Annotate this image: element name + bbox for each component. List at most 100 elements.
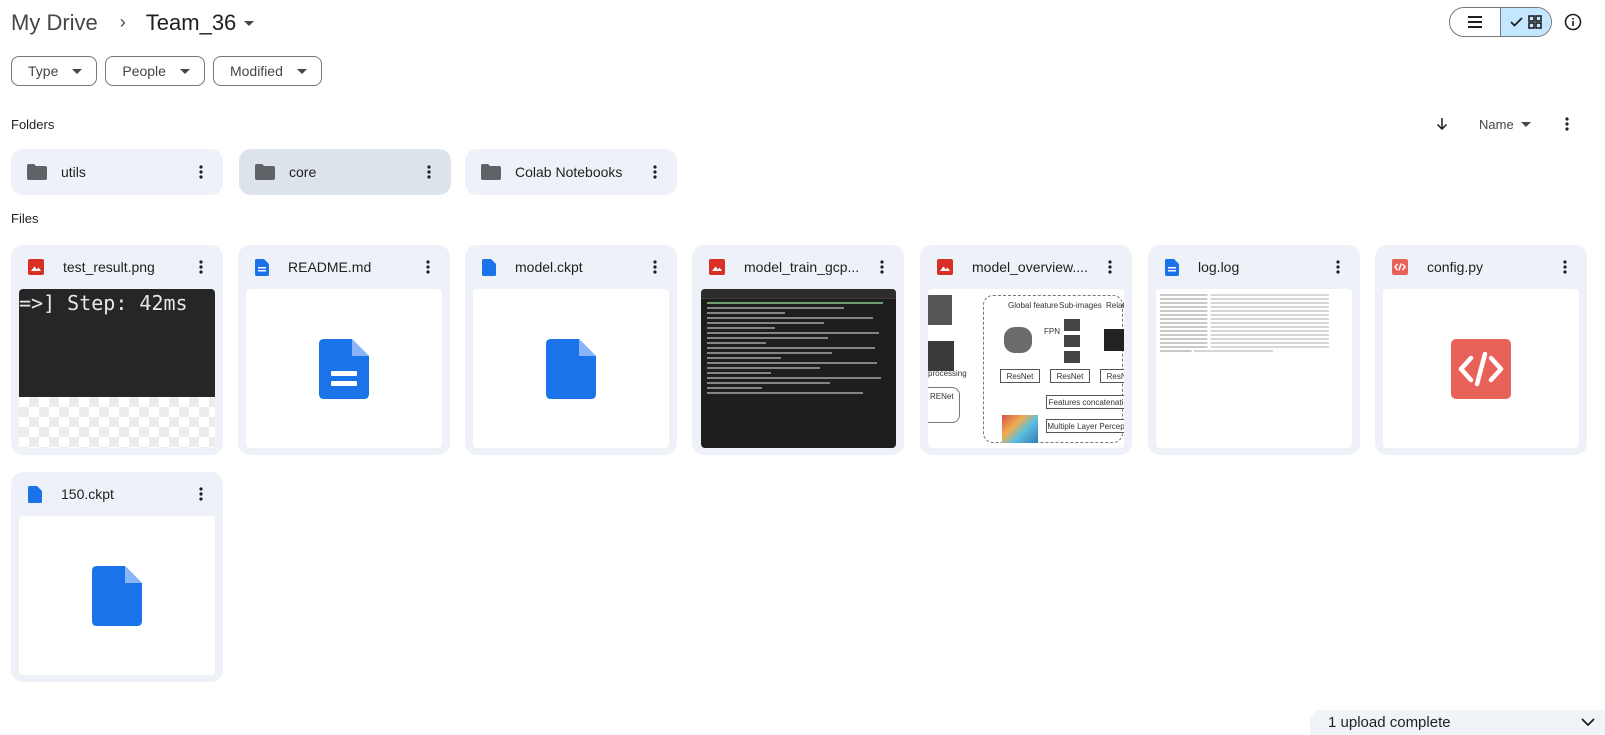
file-more-button[interactable] <box>870 255 894 279</box>
chevron-down-icon <box>244 20 255 26</box>
file-card[interactable]: 150.ckpt <box>11 472 223 682</box>
file-more-button[interactable] <box>643 255 667 279</box>
folder-more-button[interactable] <box>417 160 441 184</box>
folder-more-button[interactable] <box>189 160 213 184</box>
sort-field-button[interactable]: Name <box>1479 117 1531 132</box>
folder-colab-notebooks[interactable]: Colab Notebooks <box>465 149 677 195</box>
diagram-box: ResNet <box>1100 369 1124 383</box>
diagram-box: ResNet <box>1000 369 1040 383</box>
more-vert-icon <box>1563 260 1567 274</box>
view-toggle <box>1449 7 1552 37</box>
file-thumbnail <box>473 289 669 448</box>
modified-filter-label: Modified <box>229 63 283 79</box>
file-name: log.log <box>1198 259 1240 275</box>
diagram-heatmap <box>1002 415 1038 443</box>
diagram-box: Multiple Layer Percep <box>1046 419 1124 433</box>
files-heading: Files <box>11 211 39 226</box>
file-more-button[interactable] <box>189 482 213 506</box>
doc-file-icon <box>255 258 269 276</box>
folder-core[interactable]: core <box>239 149 451 195</box>
chevron-down-icon <box>1520 121 1531 127</box>
sort-direction-button[interactable] <box>1430 112 1454 136</box>
people-filter-label: People <box>122 63 166 79</box>
sort-bar: Name <box>1430 112 1579 136</box>
more-vert-icon <box>426 260 430 274</box>
more-vert-icon <box>427 165 431 179</box>
info-icon <box>1564 13 1582 31</box>
folder-icon <box>255 164 275 180</box>
file-card[interactable]: model_overview.... Global feature Sub-im… <box>920 245 1132 455</box>
generic-file-icon <box>28 485 42 503</box>
breadcrumb: My Drive › Team_36 <box>11 6 255 40</box>
file-card[interactable]: README.md <box>238 245 450 455</box>
folder-utils[interactable]: utils <box>11 149 223 195</box>
list-icon <box>1468 16 1482 28</box>
image-file-icon <box>709 259 725 275</box>
diagram-label: Sub-images <box>1059 301 1102 310</box>
terminal-titlebar <box>701 289 896 299</box>
breadcrumb-separator: › <box>119 11 126 32</box>
diagram-label: processing <box>928 369 967 378</box>
more-vert-icon <box>199 487 203 501</box>
current-folder-name: Team_36 <box>145 10 237 35</box>
folder-icon <box>481 164 501 180</box>
breadcrumb-current-folder[interactable]: Team_36 <box>146 10 255 36</box>
people-filter[interactable]: People <box>105 56 205 86</box>
file-thumbnail <box>19 516 215 675</box>
generic-file-icon <box>482 258 496 276</box>
details-button[interactable] <box>1562 11 1584 33</box>
file-thumbnail <box>701 289 896 448</box>
file-more-button[interactable] <box>416 255 440 279</box>
file-thumbnail <box>1383 289 1579 448</box>
file-more-button[interactable] <box>1098 255 1122 279</box>
file-name: model.ckpt <box>515 259 583 275</box>
file-card[interactable]: model.ckpt <box>465 245 677 455</box>
filter-chips: Type People Modified <box>11 56 322 86</box>
more-vert-icon <box>1565 117 1569 131</box>
diagram-image <box>1004 327 1032 353</box>
file-thumbnail <box>246 289 442 448</box>
file-thumbnail <box>1156 289 1352 448</box>
file-name: model_overview.... <box>972 259 1088 275</box>
file-thumbnail: Global feature Sub-images Relat feat FPN… <box>928 289 1124 448</box>
file-more-button[interactable] <box>189 255 213 279</box>
more-vert-icon <box>199 260 203 274</box>
more-options-button[interactable] <box>1555 112 1579 136</box>
grid-icon <box>1528 15 1542 29</box>
file-more-button[interactable] <box>1326 255 1350 279</box>
file-card[interactable]: config.py <box>1375 245 1587 455</box>
diagram-image <box>928 341 954 371</box>
more-vert-icon <box>880 260 884 274</box>
doc-file-icon <box>319 338 369 399</box>
modified-filter[interactable]: Modified <box>212 56 322 86</box>
chevron-down-icon <box>179 68 190 74</box>
more-vert-icon <box>1108 260 1112 274</box>
folder-icon <box>27 164 47 180</box>
code-file-icon <box>1392 259 1408 275</box>
file-card[interactable]: test_result.png =>] Step: 42ms <box>11 245 223 455</box>
more-vert-icon <box>1336 260 1340 274</box>
upload-status-toast: 1 upload complete <box>1310 710 1605 735</box>
file-card[interactable]: log.log <box>1148 245 1360 455</box>
diagram-label: Relat feat <box>1106 301 1124 310</box>
diagram-image <box>928 295 952 325</box>
checkmark-icon <box>1510 17 1523 27</box>
file-more-button[interactable] <box>1553 255 1577 279</box>
generic-file-icon <box>546 338 596 399</box>
image-file-icon <box>28 259 44 275</box>
diagram-label: FPN <box>1044 327 1060 336</box>
type-filter[interactable]: Type <box>11 56 98 86</box>
file-name: 150.ckpt <box>61 486 114 502</box>
list-view-button[interactable] <box>1450 8 1500 36</box>
collapse-toast-button[interactable] <box>1581 714 1595 731</box>
breadcrumb-my-drive[interactable]: My Drive <box>11 10 98 36</box>
upload-status-text: 1 upload complete <box>1328 714 1451 731</box>
generic-file-icon <box>92 565 142 626</box>
file-card[interactable]: model_train_gcp... <box>692 245 904 455</box>
grid-view-button[interactable] <box>1500 8 1551 36</box>
folder-more-button[interactable] <box>643 160 667 184</box>
file-name: README.md <box>288 259 372 275</box>
diagram-image <box>1104 329 1124 351</box>
file-name: config.py <box>1427 259 1484 275</box>
folders-heading: Folders <box>11 117 55 132</box>
